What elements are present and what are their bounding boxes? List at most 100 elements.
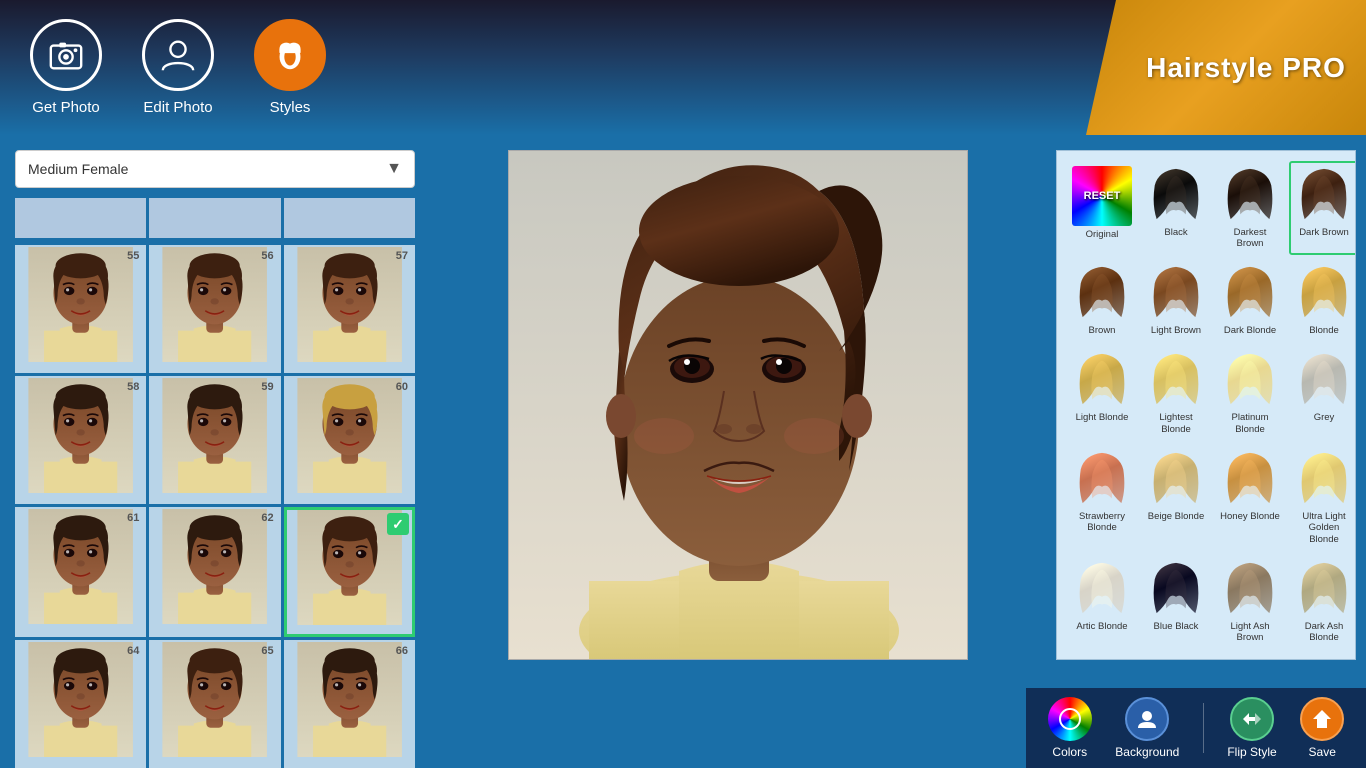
color-grid: RESETOriginal Black <box>1056 150 1356 660</box>
hair-swatch-svg <box>1220 166 1280 224</box>
hair-swatch-svg <box>1072 351 1132 409</box>
style-thumb-svg <box>17 642 144 757</box>
swatch-label-light-ash-brown: Light Ash Brown <box>1220 621 1280 644</box>
style-thumb-svg <box>17 247 144 362</box>
color-swatch-dark-blonde[interactable]: Dark Blonde <box>1215 259 1285 342</box>
style-thumb-svg <box>151 378 278 493</box>
style-item-55[interactable]: 55 <box>15 245 146 373</box>
brand-logo: Hairstyle PRO <box>1086 0 1366 135</box>
hair-swatch-svg <box>1146 264 1206 322</box>
hair-swatch-svg <box>1072 560 1132 618</box>
color-swatch-honey-blonde[interactable]: Honey Blonde <box>1215 445 1285 551</box>
hair-swatch-svg <box>1220 351 1280 409</box>
style-item-65[interactable]: 65 <box>149 640 280 768</box>
hair-swatch-svg <box>1146 351 1206 409</box>
colors-toolbar-label: Colors <box>1052 745 1087 759</box>
swatch-label-honey-blonde: Honey Blonde <box>1220 511 1280 522</box>
swatch-label-ultra-light-golden-blonde: Ultra Light Golden Blonde <box>1294 511 1354 545</box>
color-swatch-blonde[interactable]: Blonde <box>1289 259 1356 342</box>
style-grid: 55 <box>15 198 415 768</box>
color-swatch-light-blonde[interactable]: Light Blonde <box>1067 346 1137 440</box>
color-swatch-brown[interactable]: Brown <box>1067 259 1137 342</box>
nav-edit-photo[interactable]: Edit Photo <box>142 19 214 116</box>
swatch-label-platinum-blonde: Platinum Blonde <box>1220 412 1280 435</box>
style-item-63[interactable] <box>284 507 415 637</box>
color-swatch-reset[interactable]: RESETOriginal <box>1067 161 1137 255</box>
save-icon-svg <box>1309 706 1335 732</box>
style-panel: Medium Female ▼ <box>0 135 430 768</box>
color-swatch-artic-blonde[interactable]: Artic Blonde <box>1067 555 1137 649</box>
style-num-label: 66 <box>396 645 408 657</box>
style-num-label: 59 <box>261 381 273 393</box>
get-photo-label: Get Photo <box>32 99 100 116</box>
toolbar-background[interactable]: Background <box>1115 697 1179 759</box>
toolbar-save[interactable]: Save <box>1300 697 1344 759</box>
color-panel: RESETOriginal Black <box>1046 135 1366 768</box>
style-item-66[interactable]: 66 <box>284 640 415 768</box>
color-swatch-strawberry-blonde[interactable]: Strawberry Blonde <box>1067 445 1137 551</box>
style-num-label: 55 <box>127 250 139 262</box>
colors-toolbar-icon <box>1048 697 1092 741</box>
swatch-label-brown: Brown <box>1089 325 1116 336</box>
color-swatch-beige-blonde[interactable]: Beige Blonde <box>1141 445 1211 551</box>
nav-styles[interactable]: Styles <box>254 19 326 116</box>
swatch-label-lightest-blonde: Lightest Blonde <box>1146 412 1206 435</box>
edit-photo-label: Edit Photo <box>143 99 212 116</box>
style-num-label: 64 <box>127 645 139 657</box>
style-thumb-svg <box>286 247 413 362</box>
swatch-label-strawberry-blonde: Strawberry Blonde <box>1072 511 1132 534</box>
style-item-57[interactable]: 57 <box>284 245 415 373</box>
style-item-58[interactable]: 58 <box>15 376 146 504</box>
styles-label: Styles <box>270 99 311 116</box>
hair-swatch-svg <box>1294 166 1354 224</box>
style-thumb-svg <box>151 509 278 624</box>
dropdown-arrow-icon: ▼ <box>386 160 402 178</box>
flip-toolbar-label: Flip Style <box>1227 745 1276 759</box>
nav-get-photo[interactable]: Get Photo <box>30 19 102 116</box>
style-item-56[interactable]: 56 <box>149 245 280 373</box>
style-item-60[interactable]: 60 <box>284 376 415 504</box>
style-item-62[interactable]: 62 <box>149 507 280 637</box>
swatch-label-light-brown: Light Brown <box>1151 325 1201 336</box>
style-item-61[interactable]: 61 <box>15 507 146 637</box>
style-item-64[interactable]: 64 <box>15 640 146 768</box>
flip-toolbar-icon <box>1230 697 1274 741</box>
toolbar-divider <box>1203 703 1204 753</box>
color-swatch-darkest-brown[interactable]: Darkest Brown <box>1215 161 1285 255</box>
color-swatch-dark-brown[interactable]: Dark Brown <box>1289 161 1356 255</box>
color-swatch-black[interactable]: Black <box>1141 161 1211 255</box>
swatch-label-light-blonde: Light Blonde <box>1076 412 1129 423</box>
style-num-label: 56 <box>261 250 273 262</box>
color-swatch-platinum-blonde[interactable]: Platinum Blonde <box>1215 346 1285 440</box>
background-icon-svg <box>1134 706 1160 732</box>
hair-swatch-svg <box>1220 450 1280 508</box>
color-swatch-grey[interactable]: Grey <box>1289 346 1356 440</box>
toolbar-flip[interactable]: Flip Style <box>1227 697 1276 759</box>
swatch-label-blonde: Blonde <box>1309 325 1339 336</box>
style-thumb-svg <box>286 378 413 493</box>
swatch-label-artic-blonde: Artic Blonde <box>1076 621 1127 632</box>
style-num-label: 62 <box>261 512 273 524</box>
style-num-label: 57 <box>396 250 408 262</box>
color-swatch-blue-black[interactable]: Blue Black <box>1141 555 1211 649</box>
swatch-label-dark-blonde: Dark Blonde <box>1224 325 1276 336</box>
color-swatch-light-ash-brown[interactable]: Light Ash Brown <box>1215 555 1285 649</box>
hair-swatch-svg <box>1294 264 1354 322</box>
hair-swatch-svg <box>1294 560 1354 618</box>
toolbar-colors[interactable]: Colors <box>1048 697 1092 759</box>
color-swatch-lightest-blonde[interactable]: Lightest Blonde <box>1141 346 1211 440</box>
style-thumb-svg <box>151 642 278 757</box>
color-swatch-dark-ash-blonde[interactable]: Dark Ash Blonde <box>1289 555 1356 649</box>
edit-photo-icon-circle <box>142 19 214 91</box>
style-thumb-svg <box>17 378 144 493</box>
camera-icon <box>47 36 85 74</box>
hair-icon <box>271 36 309 74</box>
style-item-59[interactable]: 59 <box>149 376 280 504</box>
hair-swatch-svg <box>1146 450 1206 508</box>
color-swatch-ultra-light-golden-blonde[interactable]: Ultra Light Golden Blonde <box>1289 445 1356 551</box>
style-thumb-svg <box>286 642 413 757</box>
style-thumb-svg <box>151 247 278 362</box>
style-category-dropdown[interactable]: Medium Female ▼ <box>15 150 415 188</box>
photo-panel <box>430 135 1046 768</box>
color-swatch-light-brown[interactable]: Light Brown <box>1141 259 1211 342</box>
